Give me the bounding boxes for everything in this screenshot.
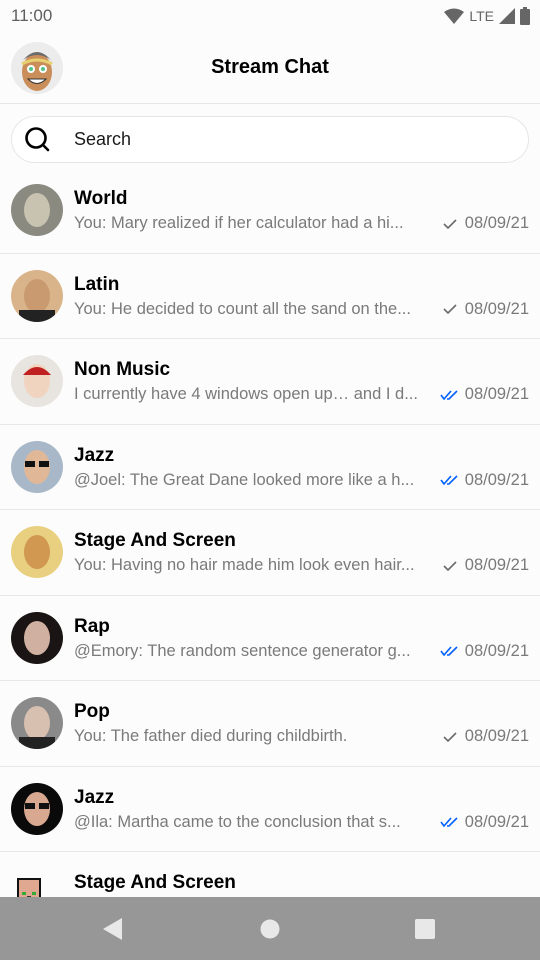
sent-check-icon — [443, 731, 457, 742]
message-date: 08/09/21 — [464, 299, 529, 318]
channel-list-item[interactable]: Pop You: The father died during childbir… — [0, 681, 540, 767]
network-type: LTE — [469, 8, 494, 24]
message-meta: 08/09/21 — [440, 471, 529, 490]
read-double-check-icon — [440, 389, 458, 400]
channel-name: Jazz — [74, 786, 115, 808]
channel-name: Rap — [74, 615, 110, 637]
nav-home-button[interactable] — [235, 897, 305, 960]
channel-avatar — [11, 697, 63, 749]
message-meta: 08/09/21 — [440, 642, 529, 661]
message-meta: 08/09/21 — [440, 813, 529, 832]
message-date: 08/09/21 — [464, 556, 529, 574]
channel-name: Stage And Screen — [74, 530, 236, 551]
home-icon — [260, 919, 280, 938]
message-meta: 08/09/21 — [442, 214, 529, 233]
search-input[interactable] — [74, 129, 474, 150]
last-message-preview: You: Having no hair made him look even h… — [74, 556, 415, 574]
channel-name: Jazz — [74, 444, 115, 466]
last-message-preview: @Ila: Martha came to the conclusion that… — [74, 812, 401, 831]
channel-avatar — [11, 611, 63, 664]
last-message-preview: You: He decided to count all the sand on… — [74, 299, 411, 318]
screen: 11:00 LTE Stream Chat Search World You: … — [0, 0, 540, 960]
sent-check-icon — [443, 218, 457, 229]
message-meta: 08/09/21 — [442, 300, 529, 319]
message-date: 08/09/21 — [464, 470, 529, 489]
last-message-preview: I currently have 4 windows open up… and … — [74, 385, 418, 403]
channel-list-item[interactable]: Jazz @Joel: The Great Dane looked more l… — [0, 424, 540, 510]
message-date: 08/09/21 — [464, 214, 529, 232]
channel-list-item[interactable]: Rap @Emory: The random sentence generato… — [0, 595, 540, 681]
channel-avatar — [11, 355, 63, 407]
channel-avatar — [11, 269, 63, 322]
channel-name: Pop — [74, 701, 110, 722]
recents-icon — [415, 918, 435, 939]
wifi-icon — [444, 8, 465, 24]
message-date: 08/09/21 — [464, 812, 529, 831]
channel-list-item[interactable]: World You: Mary realized if her calculat… — [0, 168, 540, 254]
signal-icon — [499, 8, 515, 24]
sent-check-icon — [443, 304, 457, 315]
message-date: 08/09/21 — [464, 727, 529, 745]
channel-avatar — [11, 526, 63, 578]
channel-name: Non Music — [74, 359, 171, 380]
channel-list-item[interactable]: Non Music I currently have 4 windows ope… — [0, 339, 540, 425]
status-time: 11:00 — [11, 6, 53, 25]
status-icons: LTE — [444, 7, 530, 25]
search-bar[interactable] — [11, 116, 529, 163]
search-icon — [25, 126, 50, 151]
message-meta: 08/09/21 — [442, 556, 529, 575]
status-bar: 11:00 LTE — [0, 0, 540, 32]
read-double-check-icon — [440, 817, 458, 828]
message-meta: 08/09/21 — [442, 727, 529, 746]
sent-check-icon — [443, 560, 457, 571]
app-header: Stream Chat — [0, 32, 540, 104]
last-message-preview: @Joel: The Great Dane looked more like a… — [74, 470, 415, 489]
channel-name: Latin — [74, 273, 120, 295]
channel-avatar — [11, 184, 63, 236]
system-nav-bar — [0, 897, 540, 960]
read-double-check-icon — [440, 475, 458, 486]
message-meta: 08/09/21 — [440, 385, 529, 404]
channel-list: World You: Mary realized if her calculat… — [0, 168, 540, 938]
battery-icon — [520, 7, 530, 25]
nav-back-button[interactable] — [78, 897, 148, 960]
last-message-preview: You: The father died during childbirth. — [74, 727, 348, 745]
channel-avatar — [11, 782, 63, 835]
channel-avatar — [11, 440, 63, 493]
last-message-preview: @Emory: The random sentence generator g.… — [74, 641, 411, 660]
channel-name: Stage And Screen — [74, 872, 236, 893]
nav-recents-button[interactable] — [390, 897, 460, 960]
read-double-check-icon — [440, 646, 458, 657]
message-date: 08/09/21 — [464, 641, 529, 660]
page-title: Stream Chat — [211, 56, 329, 78]
channel-list-item[interactable]: Latin You: He decided to count all the s… — [0, 253, 540, 339]
last-message-preview: You: Mary realized if her calculator had… — [74, 214, 404, 232]
channel-list-item[interactable]: Stage And Screen You: Having no hair mad… — [0, 510, 540, 596]
message-date: 08/09/21 — [464, 385, 529, 403]
back-icon — [103, 917, 122, 940]
channel-name: World — [74, 188, 128, 209]
channel-list-item[interactable]: Jazz @Ila: Martha came to the conclusion… — [0, 766, 540, 852]
